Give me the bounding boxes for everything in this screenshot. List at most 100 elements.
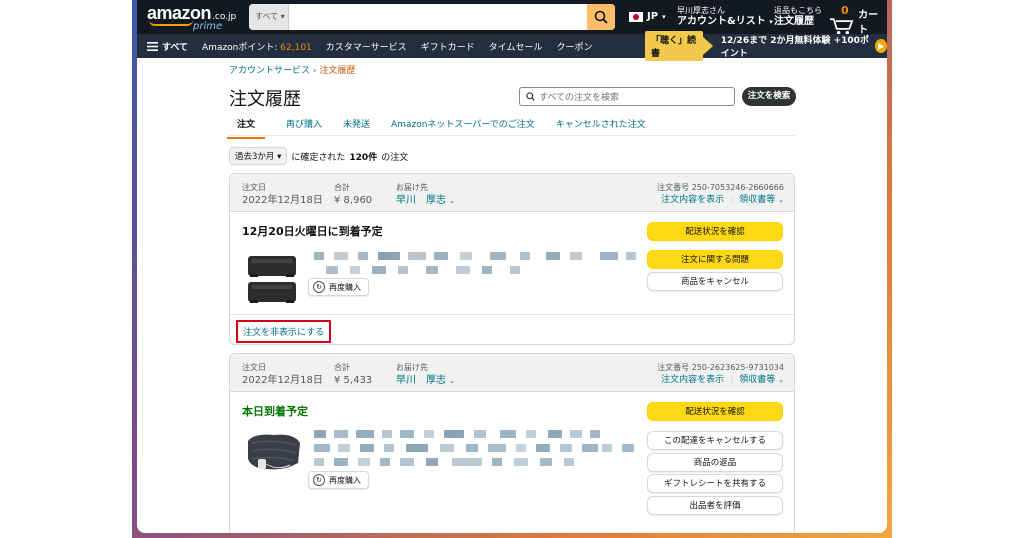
browser-window: amazon.co.jp prime すべて ▾ JP ▾ 早川厚志さん アカウ…: [137, 0, 887, 533]
points-value: 62,101: [280, 42, 312, 53]
order-problem-button[interactable]: 注文に関する問題: [647, 250, 783, 269]
search-category-label: すべて: [255, 12, 279, 21]
order-date-label: 注文日: [242, 183, 266, 192]
logo-smile-icon: [149, 20, 193, 26]
ship-to-label: お届け先: [396, 363, 428, 372]
delivery-status: 本日到着予定: [242, 405, 308, 418]
ship-to-label: お届け先: [396, 183, 428, 192]
search-icon: [526, 92, 535, 101]
banner-text: 12/26まで 2か月無料体験 +100ポイント: [720, 36, 869, 59]
banner-tag: 「聴く」読書: [645, 31, 703, 61]
period-text: に確定された: [291, 152, 346, 163]
nav-item-time-sale[interactable]: タイムセール: [489, 40, 543, 53]
period-filter: 過去3か月 ▾ に確定された 120件 の注文: [229, 147, 408, 165]
receipt-link[interactable]: 領収書等: [739, 195, 775, 205]
ship-to-recipient[interactable]: 早川 厚志 ⌄: [396, 374, 455, 388]
sub-navigation: すべて Amazonポイント: 62,101 カスタマーサービス ギフトカード …: [137, 31, 887, 61]
chevron-down-icon: ⌄: [449, 197, 456, 205]
japan-flag-icon: [629, 11, 643, 22]
breadcrumb-account-service[interactable]: アカウントサービス: [229, 66, 310, 76]
returns-orders-link[interactable]: 返品もこちら 注文履歴: [774, 5, 822, 27]
hamburger-icon: [147, 41, 158, 51]
rebuy-button[interactable]: ↻ 再度購入: [308, 471, 369, 489]
cart-count: 0: [841, 4, 849, 17]
recipient-name: 早川 厚志: [396, 375, 446, 386]
track-package-button[interactable]: 配送状況を確認: [647, 222, 783, 241]
site-search-bar: すべて ▾: [249, 4, 615, 30]
delivery-status: 12月20日火曜日に到着予定: [242, 225, 383, 238]
nav-item-points[interactable]: Amazonポイント: 62,101: [202, 40, 312, 53]
cancel-items-button[interactable]: 商品をキャンセル: [647, 272, 783, 291]
return-items-button[interactable]: 商品の返品: [647, 453, 783, 472]
chevron-down-icon: ⌄: [778, 376, 784, 384]
cancel-delivery-button[interactable]: この配達をキャンセルする: [647, 431, 783, 450]
breadcrumb: アカウントサービス › 注文履歴: [229, 63, 355, 76]
rebuy-button[interactable]: ↻ 再度購入: [308, 278, 369, 296]
period-select-label: 過去3か月: [235, 152, 275, 162]
desktop-background: amazon.co.jp prime すべて ▾ JP ▾ 早川厚志さん アカウ…: [132, 0, 892, 538]
ship-to-recipient[interactable]: 早川 厚志 ⌄: [396, 194, 455, 208]
order-total: ¥ 5,433: [334, 375, 373, 386]
site-search-button[interactable]: [587, 4, 615, 30]
order-total-label: 合計: [334, 183, 350, 192]
country-label: JP: [647, 11, 659, 22]
all-menu-button[interactable]: すべて: [147, 40, 188, 53]
order-card: 注文日 2022年12月18日 合計 ¥ 8,960 お届け先早川 厚志 ⌄ 注文番…: [229, 173, 795, 345]
order-search-button[interactable]: 注文を検索: [742, 87, 796, 106]
receipt-link[interactable]: 領収書等: [739, 375, 775, 385]
order-details-link[interactable]: 注文内容を表示: [661, 195, 724, 205]
rebuy-icon: ↻: [313, 474, 325, 486]
order-search-placeholder: すべての注文を検索: [539, 93, 620, 103]
page-title: 注文履歴: [229, 89, 301, 110]
order-footer: 注文を非表示にする: [230, 314, 794, 344]
chevron-down-icon: ⌄: [778, 196, 784, 204]
order-details-link[interactable]: 注文内容を表示: [661, 375, 724, 385]
order-number-label: 注文番号: [657, 183, 692, 192]
cart-label: カート: [858, 10, 879, 36]
recipient-name: 早川 厚志: [396, 195, 446, 206]
breadcrumb-current: 注文履歴: [319, 66, 356, 76]
chevron-down-icon: ▾: [662, 12, 666, 21]
period-select[interactable]: 過去3か月 ▾: [229, 147, 288, 165]
account-menu[interactable]: 早川厚志さん アカウント&リスト ▾: [677, 5, 773, 28]
nav-item-customer-service[interactable]: カスタマーサービス: [326, 40, 407, 53]
product-image[interactable]: [244, 254, 300, 309]
order-card: 注文日 2022年12月18日 合計 ¥ 5,433 お届け先 早川 厚志 ⌄ 注文番…: [229, 353, 795, 533]
rebuy-label: 再度購入: [329, 282, 361, 292]
track-package-button[interactable]: 配送状況を確認: [647, 402, 783, 421]
rebuy-icon: ↻: [313, 281, 325, 293]
nav-item-coupon[interactable]: クーポン: [556, 40, 592, 53]
order-search-input[interactable]: すべての注文を検索: [519, 87, 735, 106]
orders-label: 注文履歴: [774, 16, 814, 27]
hide-order-link[interactable]: 注文を非表示にする: [236, 320, 332, 343]
period-text-suffix: の注文: [381, 152, 409, 163]
order-date-label: 注文日: [242, 363, 266, 372]
order-date: 2022年12月18日: [242, 195, 323, 206]
order-total-label: 合計: [334, 363, 350, 372]
order-total: ¥ 8,960: [334, 195, 373, 206]
search-category-select[interactable]: すべて ▾: [249, 4, 289, 30]
site-search-input[interactable]: [291, 4, 585, 30]
share-gift-receipt-button[interactable]: ギフトレシートを共有する: [647, 474, 783, 493]
rate-seller-button[interactable]: 出品者を評価: [647, 496, 783, 515]
cart-link[interactable]: 0 カート: [829, 4, 887, 36]
search-icon: [594, 10, 608, 24]
order-count: 120件: [349, 152, 378, 163]
logo-prime: prime: [193, 21, 223, 32]
account-greeting: 早川厚志さん: [677, 6, 725, 15]
chevron-down-icon: ⌄: [449, 377, 456, 385]
all-menu-label: すべて: [162, 42, 189, 53]
order-number: 250-2623625-9731034: [691, 363, 784, 372]
order-header: 注文日 2022年12月18日 合計 ¥ 8,960 お届け先早川 厚志 ⌄ 注文番…: [230, 174, 794, 212]
order-date: 2022年12月18日: [242, 375, 323, 386]
chevron-down-icon: ▾: [769, 18, 773, 26]
product-image[interactable]: [244, 429, 304, 476]
country-selector[interactable]: JP ▾: [629, 11, 666, 22]
top-header: amazon.co.jp prime すべて ▾ JP ▾ 早川厚志さん アカウ…: [137, 0, 887, 36]
nav-item-gift-card[interactable]: ギフトカード: [421, 40, 475, 53]
play-icon: [875, 39, 887, 53]
amazon-logo[interactable]: amazon.co.jp prime: [147, 4, 236, 32]
rebuy-label: 再度購入: [329, 475, 361, 485]
audible-promo-banner[interactable]: 「聴く」読書 12/26まで 2か月無料体験 +100ポイント: [645, 31, 887, 61]
returns-label: 返品もこちら: [774, 6, 822, 15]
